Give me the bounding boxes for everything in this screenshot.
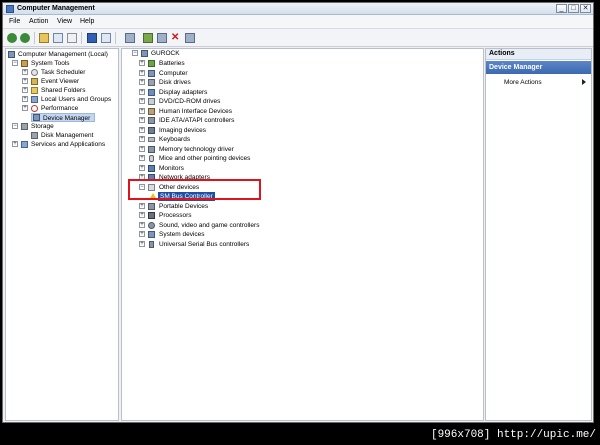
actions-pane: Actions Device Manager More Actions: [485, 48, 592, 421]
battery-icon: [148, 60, 155, 67]
more-actions-link[interactable]: More Actions: [504, 78, 542, 87]
expand-icon[interactable]: +: [139, 231, 145, 237]
expand-icon[interactable]: +: [139, 88, 145, 95]
computer-icon: [148, 69, 155, 77]
title-bar[interactable]: Computer Management _ □ ✕: [3, 3, 593, 15]
actions-device-manager[interactable]: Device Manager: [486, 61, 591, 74]
expand-icon[interactable]: +: [139, 136, 145, 142]
close-button[interactable]: ✕: [580, 4, 591, 13]
chevron-right-icon[interactable]: [582, 79, 586, 85]
menu-bar: File Action View Help: [3, 15, 593, 29]
expand-icon[interactable]: +: [139, 240, 145, 247]
highlight-box: [128, 179, 261, 200]
uninstall-icon[interactable]: ✕: [171, 33, 181, 43]
event-viewer-icon: [31, 78, 38, 85]
monitor-icon: [148, 164, 155, 172]
camera-icon: [148, 126, 155, 134]
disk-icon: [31, 132, 38, 139]
portable-device-icon: [148, 202, 155, 210]
hid-icon: [148, 107, 155, 115]
services-icon: [21, 141, 28, 148]
expand-icon[interactable]: +: [139, 145, 145, 152]
up-folder-icon[interactable]: [39, 33, 49, 43]
menu-action[interactable]: Action: [29, 17, 48, 27]
menu-view[interactable]: View: [57, 17, 72, 27]
collapse-icon[interactable]: −: [12, 60, 18, 66]
help-icon[interactable]: [87, 33, 97, 43]
expand-icon[interactable]: +: [12, 141, 18, 147]
mouse-icon: [149, 155, 154, 162]
expand-icon[interactable]: +: [22, 96, 28, 102]
expand-icon[interactable]: +: [139, 155, 145, 161]
toolbar: ✕: [3, 29, 593, 47]
enable-device-icon[interactable]: [185, 33, 195, 43]
dvd-drive-icon: [148, 98, 155, 105]
keyboard-icon: [148, 137, 155, 142]
disk-drive-icon: [148, 79, 155, 86]
device-tree: − GUROCK + Batteries + Computer + Disk d…: [121, 48, 484, 421]
expand-icon[interactable]: +: [139, 164, 145, 171]
expand-icon[interactable]: +: [139, 202, 145, 209]
computer-management-icon: [6, 5, 14, 13]
system-device-icon: [148, 231, 155, 238]
clock-icon: [31, 69, 38, 76]
speaker-icon: [148, 221, 155, 229]
actions-header: Actions: [486, 49, 591, 60]
disable-device-icon[interactable]: [157, 33, 167, 43]
tools-icon: [21, 60, 28, 67]
expand-icon[interactable]: +: [22, 78, 28, 84]
export-list-icon[interactable]: [101, 33, 111, 43]
show-hide-tree-icon[interactable]: [53, 33, 63, 43]
expand-icon[interactable]: +: [22, 87, 28, 93]
menu-file[interactable]: File: [9, 17, 20, 27]
navigation-tree: Computer Management (Local) − System Too…: [5, 48, 119, 421]
expand-icon[interactable]: +: [139, 221, 145, 228]
memory-icon: [148, 145, 155, 153]
usb-icon: [149, 240, 154, 248]
collapse-icon[interactable]: −: [132, 50, 138, 56]
tree-item-device-manager[interactable]: Device Manager: [31, 113, 95, 122]
processor-icon: [148, 212, 155, 219]
forward-arrow-icon[interactable]: [20, 33, 30, 43]
maximize-button[interactable]: □: [568, 4, 579, 13]
computer-management-window: Computer Management _ □ ✕ File Action Vi…: [2, 2, 594, 423]
computer-icon: [141, 50, 148, 57]
scan-hardware-icon[interactable]: [125, 33, 135, 43]
update-driver-icon[interactable]: [143, 33, 153, 43]
minimize-button[interactable]: _: [556, 4, 567, 13]
ide-controller-icon: [148, 117, 155, 124]
display-adapter-icon: [148, 88, 155, 96]
performance-icon: [31, 105, 38, 112]
expand-icon[interactable]: +: [139, 212, 145, 218]
window-title: Computer Management: [17, 5, 95, 12]
users-icon: [31, 96, 38, 103]
collapse-icon[interactable]: −: [12, 123, 18, 129]
storage-icon: [21, 123, 28, 130]
expand-icon[interactable]: +: [139, 98, 145, 104]
expand-icon[interactable]: +: [139, 126, 145, 133]
expand-icon[interactable]: +: [139, 60, 145, 66]
back-arrow-icon[interactable]: [7, 33, 17, 43]
expand-icon[interactable]: +: [139, 79, 145, 85]
properties-icon[interactable]: [67, 33, 77, 43]
computer-icon: [8, 51, 15, 58]
expand-icon[interactable]: +: [139, 117, 145, 123]
menu-help[interactable]: Help: [80, 17, 94, 27]
folder-icon: [31, 87, 38, 94]
expand-icon[interactable]: +: [22, 69, 28, 75]
expand-icon[interactable]: +: [22, 105, 28, 111]
device-manager-icon: [33, 114, 40, 121]
watermark: [996x708] http://upic.me/: [430, 429, 596, 441]
expand-icon[interactable]: +: [139, 107, 145, 114]
expand-icon[interactable]: +: [139, 69, 145, 76]
footer-strip: [996x708] http://upic.me/: [0, 424, 600, 445]
